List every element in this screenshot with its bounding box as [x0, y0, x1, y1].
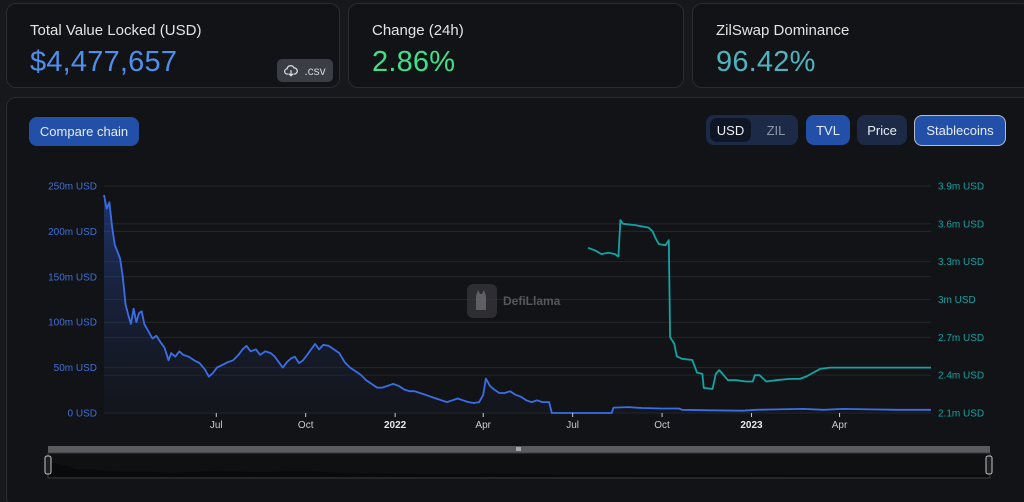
x-axis-tick-label: 2023	[740, 420, 763, 431]
x-axis-tick-label: Oct	[298, 420, 314, 431]
right-axis-tick: 2.1m USD	[938, 409, 984, 420]
chart: 250m USD 200m USD 150m USD 100m USD 50m USD 0…	[44, 182, 993, 479]
x-axis-tick-label: Apr	[475, 420, 491, 431]
watermark-text: DefiLlama	[503, 294, 561, 308]
left-axis-tick: 0 USD	[68, 409, 97, 420]
stablecoins-series-line	[587, 219, 931, 390]
left-axis-tick: 150m USD	[48, 272, 97, 283]
left-axis-tick: 50m USD	[54, 363, 97, 374]
x-axis-tick-label: 2022	[384, 420, 407, 431]
range-slider[interactable]	[44, 446, 993, 479]
left-axis-tick: 100m USD	[48, 318, 97, 329]
slider-grip-icon[interactable]	[516, 447, 521, 451]
right-axis: 3.9m USD 3.6m USD 3.3m USD 3m USD 2.7m USD 2.…	[938, 182, 984, 420]
right-axis-tick: 3m USD	[938, 295, 976, 306]
x-axis-tick-label: Jul	[210, 420, 223, 431]
x-axis-tick-label: Oct	[654, 420, 670, 431]
left-axis: 250m USD 200m USD 150m USD 100m USD 50m USD 0…	[48, 182, 97, 420]
x-axis-tick-label: Jul	[566, 420, 579, 431]
right-axis-tick: 3.9m USD	[938, 182, 984, 193]
x-axis: Jul Oct 2022 Apr Jul Oct 2023 Apr	[210, 413, 848, 431]
left-axis-tick: 200m USD	[48, 227, 97, 238]
slider-right-handle[interactable]	[985, 455, 993, 475]
right-axis-tick: 3.6m USD	[938, 219, 984, 230]
x-axis-tick-label: Apr	[832, 420, 848, 431]
left-axis-tick: 250m USD	[48, 182, 97, 193]
slider-left-handle[interactable]	[44, 455, 52, 475]
right-axis-tick: 3.3m USD	[938, 257, 984, 268]
right-axis-tick: 2.4m USD	[938, 371, 984, 382]
right-axis-tick: 2.7m USD	[938, 333, 984, 344]
defillama-watermark: DefiLlama	[467, 284, 561, 318]
